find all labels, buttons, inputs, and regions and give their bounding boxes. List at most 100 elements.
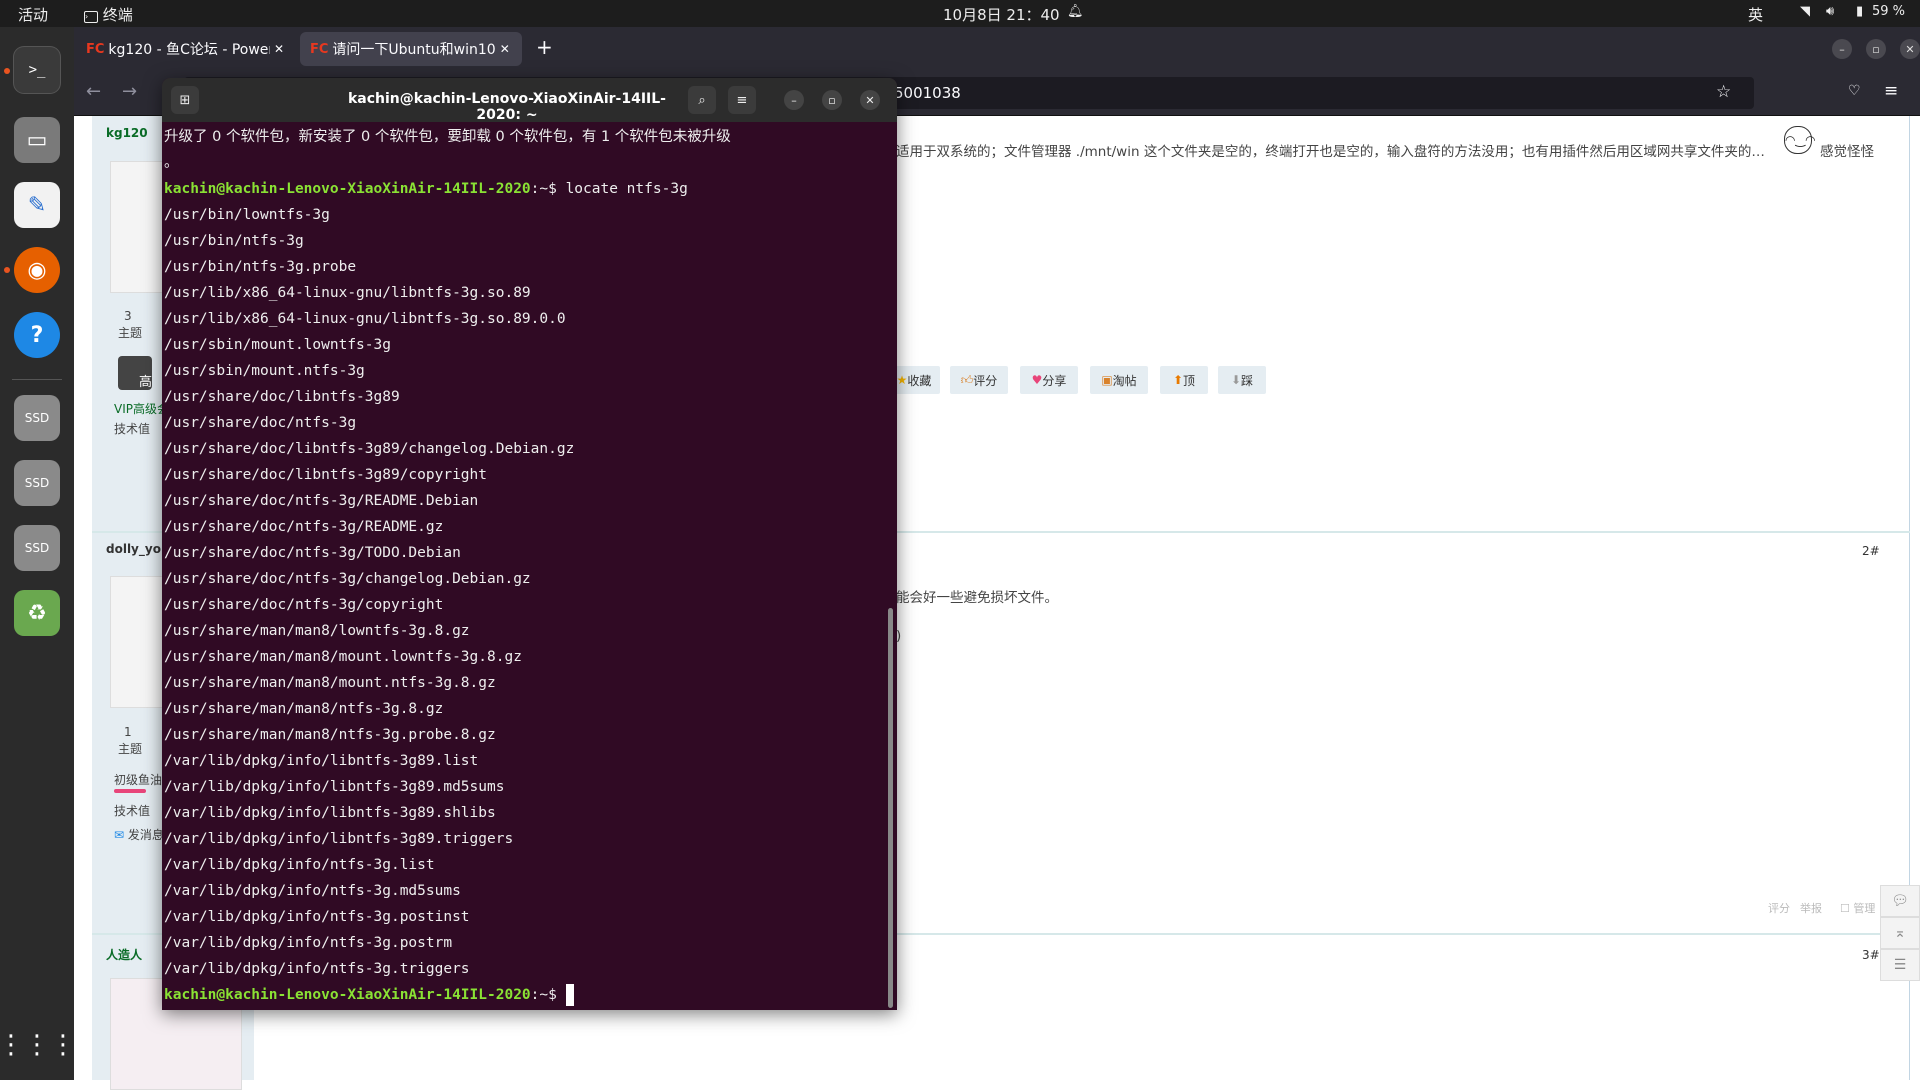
terminal-title: kachin@kachin-Lenovo-XiaoXinAir-14IIL-20…: [347, 91, 666, 123]
author-name[interactable]: 人造人: [106, 946, 142, 963]
upvote-button[interactable]: ⬆ 顶: [1160, 366, 1208, 394]
system-top-bar: 活动 › 终端 10月8日 21：40 🔔︎ 英 ◥ 🔊︎ ▮ 59 %: [0, 0, 1920, 27]
thumb-icon: 👍︎: [960, 372, 974, 387]
current-prompt-line[interactable]: kachin@kachin-Lenovo-XiaoXinAir-14IIL-20…: [162, 982, 882, 1008]
app-menu-label: 终端: [102, 6, 133, 24]
badge-label: 高: [138, 375, 152, 390]
clock[interactable]: 10月8日 21：40: [943, 4, 1060, 25]
back-to-top-icon[interactable]: ⌅: [1880, 917, 1920, 949]
output-line: /usr/share/man/man8/ntfs-3g.8.gz: [164, 701, 444, 717]
meme-face-icon: ◠‿◠: [1784, 126, 1816, 154]
tech-value-label: 技术值: [114, 804, 151, 818]
terminal-output[interactable]: 升级了 0 个软件包，新安装了 0 个软件包，要卸载 0 个软件包，有 1 个软…: [162, 124, 882, 1006]
output-line: /usr/share/doc/ntfs-3g/TODO.Debian: [164, 545, 461, 561]
tab-kg120[interactable]: FC kg120 - 鱼C论坛 - Powere ✕: [76, 32, 294, 66]
command-line: kachin@kachin-Lenovo-XiaoXinAir-14IIL-20…: [162, 176, 882, 202]
terminal-icon[interactable]: >_: [14, 47, 60, 93]
arrow-down-icon: ⬇: [1230, 373, 1242, 387]
downvote-button[interactable]: ⬇ 踩: [1218, 366, 1266, 394]
output-line: /usr/share/doc/ntfs-3g/README.gz: [164, 519, 444, 535]
minimize-icon[interactable]: –: [784, 90, 804, 110]
box-icon: ▣: [1101, 373, 1113, 387]
wifi-icon[interactable]: ◥: [1800, 4, 1810, 19]
app-menu[interactable]: › 终端: [84, 4, 133, 25]
forward-icon[interactable]: →: [122, 81, 137, 102]
topics-count[interactable]: 3: [124, 309, 132, 323]
fishc-favicon-icon: FC: [86, 41, 105, 57]
author-name[interactable]: kg120: [106, 126, 148, 140]
ssd-drive-icon[interactable]: SSD: [14, 525, 60, 571]
prompt-suffix: :~$: [530, 181, 566, 197]
user-group[interactable]: VIP高级会: [114, 400, 169, 417]
list-icon[interactable]: ☰: [1880, 949, 1920, 981]
tab-bar: FC kg120 - 鱼C论坛 - Powere ✕ FC 请问一下Ubuntu…: [74, 27, 1920, 71]
new-tab-icon[interactable]: ⊞: [171, 86, 199, 114]
close-tab-icon[interactable]: ✕: [500, 42, 510, 56]
author-name[interactable]: dolly_yo: [106, 542, 161, 556]
help-icon[interactable]: ?: [14, 312, 60, 358]
files-icon[interactable]: ▭: [14, 117, 60, 163]
trash-icon[interactable]: ♻: [14, 590, 60, 636]
running-indicator: [4, 267, 10, 273]
ssd-drive-icon[interactable]: SSD: [14, 395, 60, 441]
firefox-icon[interactable]: ◉: [14, 247, 60, 293]
output-line: /usr/bin/ntfs-3g: [164, 233, 304, 249]
post-body-end: 感觉怪怪: [1820, 144, 1874, 160]
output-line: /usr/share/man/man8/mount.ntfs-3g.8.gz: [164, 675, 496, 691]
output-line: /usr/lib/x86_64-linux-gnu/libntfs-3g.so.…: [164, 311, 566, 327]
app-grid-icon[interactable]: ⋮⋮⋮: [0, 1022, 76, 1068]
maximize-icon[interactable]: ▫: [822, 90, 842, 110]
arrow-up-icon: ⬆: [1172, 373, 1184, 387]
pocket-icon[interactable]: ♡: [1848, 83, 1861, 99]
close-tab-icon[interactable]: ✕: [274, 42, 284, 56]
tab-ubuntu-question[interactable]: FC 请问一下Ubuntu和win10 ✕: [300, 32, 522, 66]
dock: >_ ▭ ✎ ◉ ? SSD SSD SSD ♻ ⋮⋮⋮: [0, 27, 76, 1080]
battery-percentage: 59 %: [1872, 4, 1906, 19]
send-message-link[interactable]: ✉ 发消息: [114, 826, 164, 843]
close-window-icon[interactable]: ✕: [1900, 39, 1920, 59]
checkbox-label: 管理: [1853, 902, 1876, 915]
ssd-drive-icon[interactable]: SSD: [14, 460, 60, 506]
output-line: /usr/bin/lowntfs-3g: [164, 207, 330, 223]
hamburger-menu-icon[interactable]: ≡: [728, 86, 756, 114]
level-bar: [114, 789, 146, 793]
rate-link[interactable]: 评分: [1768, 900, 1790, 916]
restore-icon[interactable]: ▫: [1866, 39, 1886, 59]
output-line: /usr/share/doc/ntfs-3g/README.Debian: [164, 493, 479, 509]
menu-icon[interactable]: ≡: [1884, 81, 1898, 101]
terminal-scrollbar[interactable]: [888, 608, 893, 1008]
manage-checkbox[interactable]: ☐ 管理: [1840, 900, 1875, 916]
floor-number[interactable]: 3#: [1862, 948, 1880, 962]
minimize-icon[interactable]: –: [1832, 39, 1852, 59]
apt-summary-line: 升级了 0 个软件包，新安装了 0 个软件包，要卸载 0 个软件包，有 1 个软…: [164, 129, 731, 145]
floor-number[interactable]: 2#: [1862, 544, 1880, 558]
search-icon[interactable]: ⌕: [688, 86, 716, 114]
bookmark-star-icon[interactable]: ☆: [1716, 82, 1731, 102]
report-link[interactable]: 举报: [1800, 900, 1822, 916]
output-line: /usr/lib/x86_64-linux-gnu/libntfs-3g.so.…: [164, 285, 531, 301]
topics-count[interactable]: 1: [124, 725, 132, 739]
output-line: /usr/share/doc/ntfs-3g: [164, 415, 357, 431]
new-tab-icon[interactable]: +: [536, 35, 553, 59]
battery-icon[interactable]: ▮: [1856, 4, 1863, 19]
output-line: /usr/share/doc/libntfs-3g89/copyright: [164, 467, 488, 483]
button-label: 评分: [973, 373, 998, 388]
activities-button[interactable]: 活动: [18, 4, 48, 25]
text-editor-icon[interactable]: ✎: [14, 182, 60, 228]
terminal-header: ⊞ kachin@kachin-Lenovo-XiaoXinAir-14IIL-…: [162, 78, 897, 123]
close-icon[interactable]: ✕: [860, 90, 880, 110]
input-method-indicator[interactable]: 英: [1748, 4, 1763, 25]
reply-tool-icon[interactable]: 💬︎: [1880, 885, 1920, 917]
output-line: /usr/share/doc/ntfs-3g/changelog.Debian.…: [164, 571, 531, 587]
rate-button[interactable]: 👍︎ 评分: [950, 366, 1008, 394]
volume-icon[interactable]: 🔊︎: [1826, 4, 1834, 19]
collect-button[interactable]: ▣ 淘帖: [1090, 366, 1148, 394]
output-line: /var/lib/dpkg/info/libntfs-3g89.shlibs: [164, 805, 496, 821]
user-group[interactable]: 初级鱼油: [114, 771, 162, 788]
bell-icon[interactable]: 🔔︎: [1067, 4, 1084, 19]
back-icon[interactable]: ←: [86, 81, 101, 102]
share-button[interactable]: ♥ 分享: [1020, 366, 1078, 394]
output-line: /var/lib/dpkg/info/ntfs-3g.postrm: [164, 935, 453, 951]
button-label: 淘帖: [1112, 373, 1137, 388]
heart-icon: ♥: [1031, 373, 1043, 387]
